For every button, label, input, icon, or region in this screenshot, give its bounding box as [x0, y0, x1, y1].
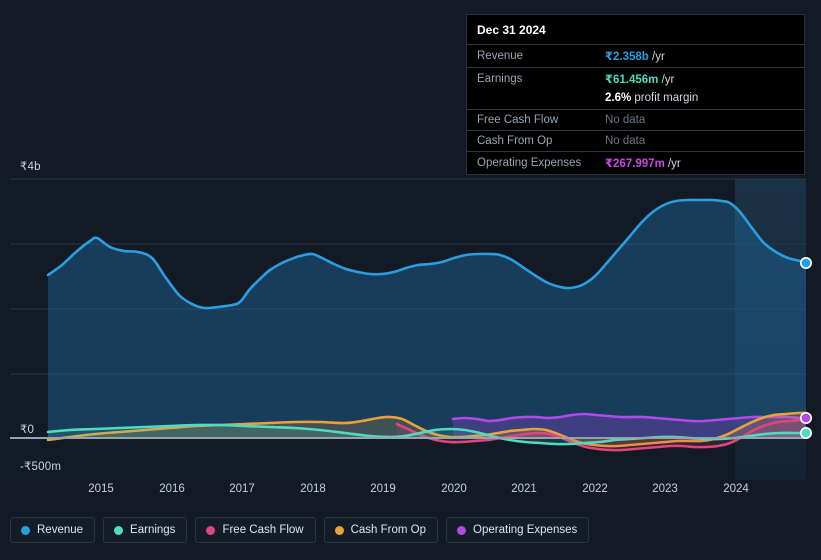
- x-axis-tick-2023: 2023: [652, 483, 678, 495]
- endpoint-marker-revenue[interactable]: [799, 256, 812, 269]
- tooltip-row: Free Cash Flow No data: [467, 109, 804, 131]
- tooltip-value-text: No data: [605, 135, 646, 147]
- x-axis-tick-2016: 2016: [159, 483, 185, 495]
- tooltip-value-unit: /yr: [658, 74, 675, 86]
- tooltip-row-label: Free Cash Flow: [477, 114, 559, 126]
- legend-item-cash-from-op[interactable]: Cash From Op: [323, 517, 439, 543]
- legend-item-label: Revenue: [37, 524, 84, 536]
- x-axis-tick-2022: 2022: [582, 483, 608, 495]
- tooltip-table: Revenue ₹2.358b /yr Earnings ₹61.456m /yr 2.…: [467, 44, 804, 174]
- tooltip-row: Operating Expenses ₹267.997m /yr: [467, 151, 804, 175]
- x-axis-tick-2017: 2017: [229, 483, 255, 495]
- tooltip-value-text: ₹267.997m: [605, 158, 665, 170]
- financial-chart: ₹4b ₹0 -₹500m 2015 2016 2017 2018 2019 2020 20…: [0, 0, 821, 560]
- chart-legend[interactable]: Revenue Earnings Free Cash Flow Cash From O…: [10, 517, 590, 543]
- tooltip-row-value: ₹2.358b /yr: [595, 45, 804, 68]
- tooltip-row-label: Earnings: [477, 73, 523, 85]
- x-axis-tick-2018: 2018: [300, 483, 326, 495]
- x-axis-tick-2020: 2020: [441, 483, 467, 495]
- legend-item-revenue[interactable]: Revenue: [10, 517, 96, 543]
- tooltip-row-value: 2.6% profit margin: [595, 90, 804, 110]
- legend-item-earnings[interactable]: Earnings: [103, 517, 188, 543]
- tooltip-value-text: ₹61.456m: [605, 74, 659, 86]
- legend-color-dot-icon: [114, 525, 124, 535]
- chart-tooltip: Dec 31 2024 Revenue ₹2.358b /yr Earnings ₹6…: [466, 14, 805, 175]
- tooltip-row: Earnings ₹61.456m /yr: [467, 67, 804, 91]
- legend-color-dot-icon: [334, 525, 344, 535]
- tooltip-row-value: ₹61.456m /yr: [595, 68, 804, 91]
- tooltip-row-value: No data: [595, 131, 804, 152]
- tooltip-row-value: ₹267.997m /yr: [595, 152, 804, 175]
- legend-item-label: Operating Expenses: [473, 524, 578, 536]
- endpoint-marker-earnings[interactable]: [799, 426, 812, 439]
- tooltip-row: Revenue ₹2.358b /yr: [467, 44, 804, 68]
- tooltip-row-label: Revenue: [477, 50, 524, 62]
- legend-item-label: Earnings: [130, 524, 176, 536]
- x-axis-tick-2021: 2021: [511, 483, 537, 495]
- legend-item-free-cash-flow[interactable]: Free Cash Flow: [195, 517, 316, 543]
- tooltip-row-value: No data: [595, 110, 804, 131]
- legend-item-operating-expenses[interactable]: Operating Expenses: [446, 517, 590, 543]
- y-axis-label-negative: -₹500m: [20, 461, 62, 473]
- legend-color-dot-icon: [457, 525, 467, 535]
- legend-color-dot-icon: [206, 525, 216, 535]
- tooltip-value-unit: /yr: [648, 51, 665, 63]
- y-axis-label-zero: ₹0: [20, 424, 35, 436]
- legend-item-label: Free Cash Flow: [222, 524, 304, 536]
- tooltip-row: Cash From Op No data: [467, 130, 804, 152]
- endpoint-marker-operating-expenses[interactable]: [799, 411, 812, 424]
- tooltip-value-unit: /yr: [664, 158, 681, 170]
- x-axis-tick-2024: 2024: [723, 483, 749, 495]
- legend-item-label: Cash From Op: [350, 524, 427, 536]
- tooltip-title: Dec 31 2024: [477, 23, 546, 37]
- tooltip-value-text: ₹2.358b: [605, 51, 649, 63]
- x-axis-tick-2015: 2015: [88, 483, 114, 495]
- tooltip-value-text: 2.6%: [605, 92, 632, 104]
- x-axis-labels: 2015 2016 2017 2018 2019 2020 2021 2022 2023 2024: [0, 483, 821, 501]
- y-axis-label-top: ₹4b: [20, 161, 41, 173]
- tooltip-row-label: Operating Expenses: [477, 157, 582, 169]
- tooltip-row: 2.6% profit margin: [467, 90, 804, 110]
- legend-color-dot-icon: [21, 525, 30, 535]
- tooltip-value-unit: profit margin: [631, 92, 699, 104]
- x-axis-tick-2019: 2019: [370, 483, 396, 495]
- tooltip-value-text: No data: [605, 114, 646, 126]
- tooltip-row-label: [467, 90, 595, 110]
- tooltip-row-label: Cash From Op: [477, 135, 553, 147]
